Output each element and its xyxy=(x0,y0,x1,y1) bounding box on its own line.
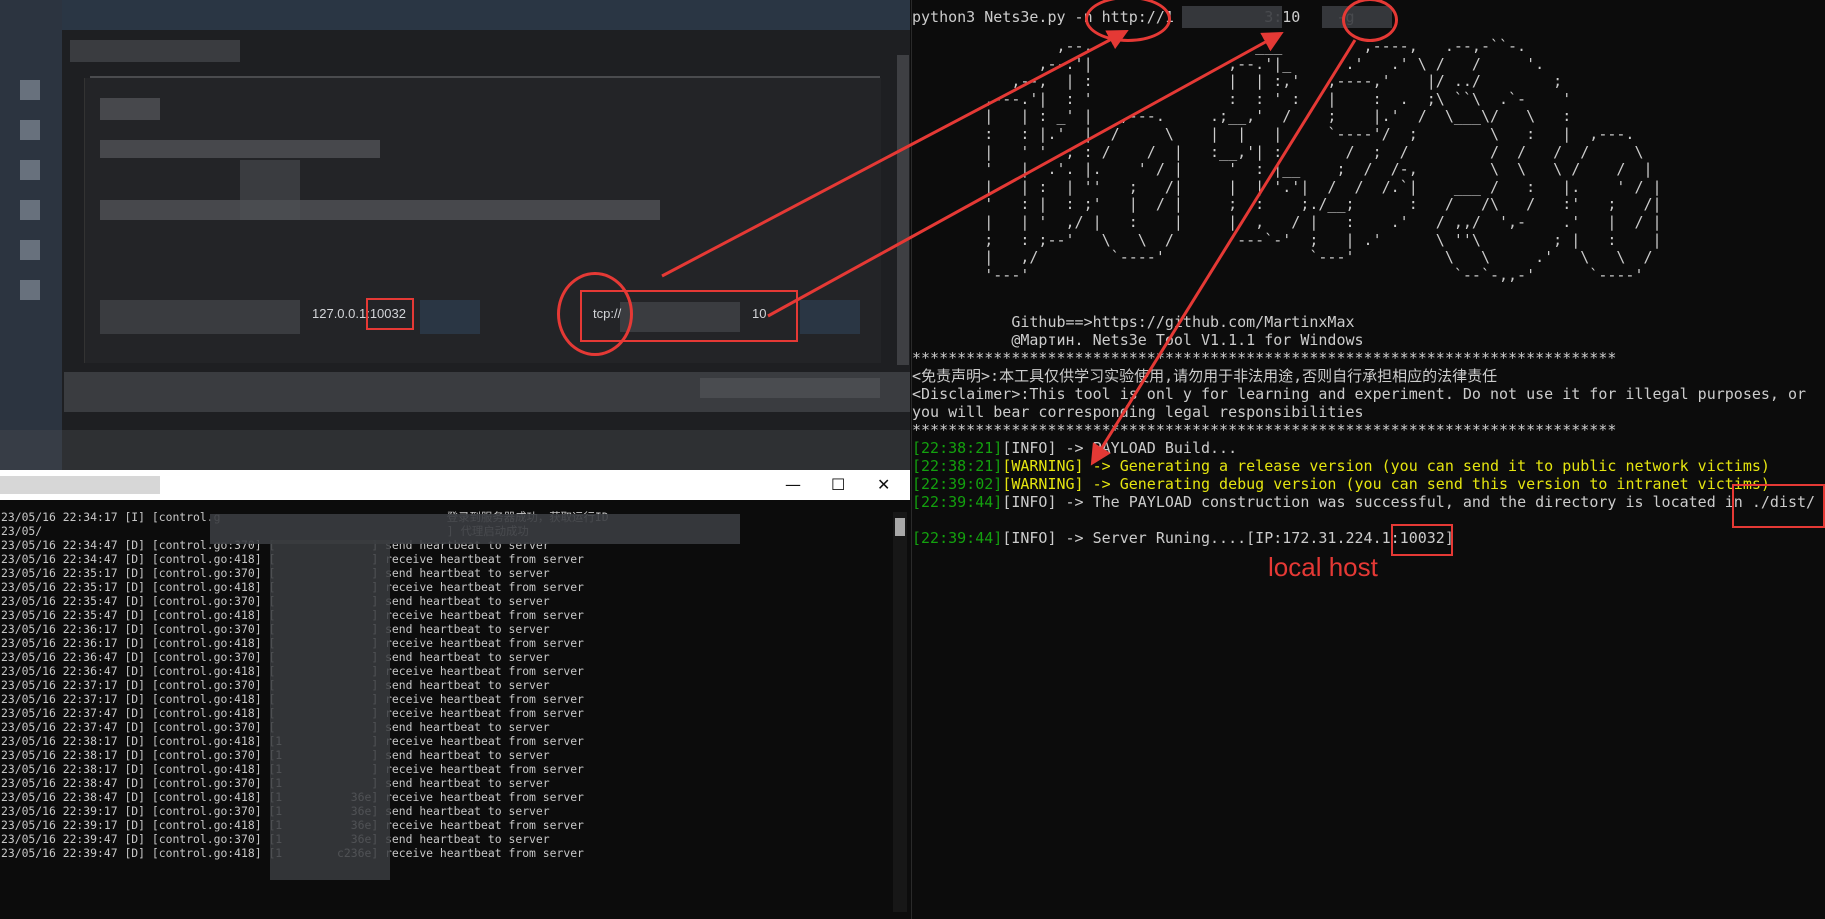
console-line: 23/05/16 22:36:47 [D] [control.go:418] [… xyxy=(1,664,584,678)
minimize-icon[interactable]: — xyxy=(785,475,801,494)
log-level: [WARNING] xyxy=(1002,475,1084,493)
log-line: [22:39:44][INFO] -> Server Runing....[IP… xyxy=(912,529,1454,547)
local-host-label: local host xyxy=(1268,552,1378,582)
console-line: 23/05/16 22:39:47 [D] [control.go:370] [… xyxy=(1,832,550,846)
console-line: 23/05/16 22:36:17 [D] [control.go:370] [… xyxy=(1,622,550,636)
console-line: 23/05/16 22:35:47 [D] [control.go:370] [… xyxy=(1,594,550,608)
log-message: -> PAYLOAD Build... xyxy=(1056,439,1238,457)
console-line: 23/05/16 22:36:17 [D] [control.go:418] [… xyxy=(1,636,584,650)
nets3e-terminal: python3 Nets3e.py -n http://1 3:10 -g ,-… xyxy=(911,0,1825,919)
log-line: [22:39:02][WARNING] -> Generating debug … xyxy=(912,475,1770,493)
log-level: [INFO] xyxy=(1002,439,1057,457)
console-line: 23/05/16 22:37:17 [D] [control.go:370] [… xyxy=(1,678,550,692)
log-time: [22:38:21] xyxy=(912,439,1003,457)
console-line: 23/05/16 22:39:17 [D] [control.go:370] [… xyxy=(1,804,550,818)
console-line: 23/05/16 22:39:17 [D] [control.go:418] [… xyxy=(1,818,584,832)
log-line: [22:38:21][WARNING] -> Generating a rele… xyxy=(912,457,1770,475)
sidebar-icon[interactable] xyxy=(20,240,40,260)
highlight-flag-circle xyxy=(1342,0,1398,42)
console-line: 23/05/16 22:35:47 [D] [control.go:418] [… xyxy=(1,608,584,622)
separator-stars: ****************************************… xyxy=(912,421,1617,439)
log-level: [WARNING] xyxy=(1002,457,1084,475)
console-line: 23/05/16 22:38:17 [D] [control.go:418] [… xyxy=(1,762,584,776)
author-line: @Мартин. Nets3e Tool V1.1.1 for Windows xyxy=(912,331,1364,349)
blurred-region xyxy=(0,430,910,470)
blurred-region xyxy=(100,140,380,158)
log-time: [22:38:21] xyxy=(912,457,1003,475)
console-line: 23/05/16 22:38:17 [D] [control.go:418] [… xyxy=(1,734,584,748)
console-line: 23/05/16 22:39:47 [D] [control.go:418] [… xyxy=(1,846,584,860)
github-line: Github==>https://github.com/MartinxMax xyxy=(912,313,1355,331)
log-message: -> Generating debug version (you can sen… xyxy=(1083,475,1770,493)
disclaimer-cn: <免责声明>:本工具仅供学习实验使用,请勿用于非法用途,否则自行承担相应的法律责… xyxy=(912,367,1498,385)
blurred-region xyxy=(100,200,660,220)
console-title-bar[interactable]: — ☐ ✕ xyxy=(0,470,910,500)
console-log: 23/05/16 22:34:17 [I] [control.g 登录到服务器成… xyxy=(1,510,881,860)
ascii-banner: ,--, ___ ,----, .--,-``-. ,--.'| ,--.'|_… xyxy=(984,37,1662,284)
blurred-header xyxy=(62,0,910,30)
console-line: 23/05/16 22:37:47 [D] [control.go:370] [… xyxy=(1,720,550,734)
log-level: [INFO] xyxy=(1002,529,1057,547)
sidebar-icon[interactable] xyxy=(20,120,40,140)
sidebar-icon[interactable] xyxy=(20,200,40,220)
log-time: [22:39:44] xyxy=(912,493,1003,511)
sidebar xyxy=(0,0,62,470)
separator-stars: ****************************************… xyxy=(912,349,1617,367)
highlight-dist-dir xyxy=(1732,484,1825,528)
blurred-region xyxy=(70,40,240,62)
sidebar-icon[interactable] xyxy=(20,160,40,180)
disclaimer-en-cont: you will bear corresponding legal respon… xyxy=(912,403,1364,421)
blurred-region xyxy=(420,300,480,334)
console-line: 23/05/16 22:36:47 [D] [control.go:370] [… xyxy=(1,650,550,664)
sidebar-icon[interactable] xyxy=(20,80,40,100)
blurred-region xyxy=(700,378,880,398)
maximize-icon[interactable]: ☐ xyxy=(831,475,845,494)
console-line: 23/05/16 22:38:17 [D] [control.go:370] [… xyxy=(1,748,550,762)
console-line: 23/05/16 22:35:17 [D] [control.go:418] [… xyxy=(1,580,584,594)
close-icon[interactable]: ✕ xyxy=(877,475,890,494)
blurred-region xyxy=(100,98,160,120)
blurred-title xyxy=(0,476,160,494)
log-line: [22:38:21][INFO] -> PAYLOAD Build... xyxy=(912,439,1237,457)
console-line: 23/05/16 22:37:47 [D] [control.go:418] [… xyxy=(1,706,584,720)
console-scroll-thumb[interactable] xyxy=(895,518,905,536)
log-level: [INFO] xyxy=(1002,493,1057,511)
scrollbar[interactable] xyxy=(897,55,909,365)
frp-client-window: 127.0.0.1:10032 tcp:// 10 xyxy=(0,0,910,470)
log-time: [22:39:02] xyxy=(912,475,1003,493)
console-line: 23/05/16 22:38:47 [D] [control.go:370] [… xyxy=(1,776,550,790)
log-line: [22:39:44][INFO] -> The PAYLOAD construc… xyxy=(912,493,1815,511)
highlight-tcp-circle xyxy=(557,272,633,356)
highlight-server-port xyxy=(1391,524,1453,556)
console-scrollbar[interactable] xyxy=(893,512,907,912)
sidebar-icon[interactable] xyxy=(20,280,40,300)
blurred-region xyxy=(800,300,860,334)
blurred-region xyxy=(100,300,300,334)
console-line: 23/05/16 22:34:47 [D] [control.go:418] [… xyxy=(1,552,584,566)
disclaimer-en: <Disclaimer>:This tool is onl y for lear… xyxy=(912,385,1807,403)
console-line: 23/05/16 22:35:17 [D] [control.go:370] [… xyxy=(1,566,550,580)
console-line: 23/05/16 22:38:47 [D] [control.go:418] [… xyxy=(1,790,584,804)
frpc-console-window: — ☐ ✕ 23/05/16 22:34:17 [I] [control.g 登… xyxy=(0,470,910,919)
log-message: -> Generating a release version (you can… xyxy=(1083,457,1770,475)
blurred-region xyxy=(270,540,390,880)
log-message: -> The PAYLOAD construction was successf… xyxy=(1056,493,1816,511)
highlight-local-port xyxy=(366,298,414,330)
blurred-region xyxy=(1182,6,1282,28)
console-line: 23/05/16 22:37:17 [D] [control.go:418] [… xyxy=(1,692,584,706)
log-time: [22:39:44] xyxy=(912,529,1003,547)
